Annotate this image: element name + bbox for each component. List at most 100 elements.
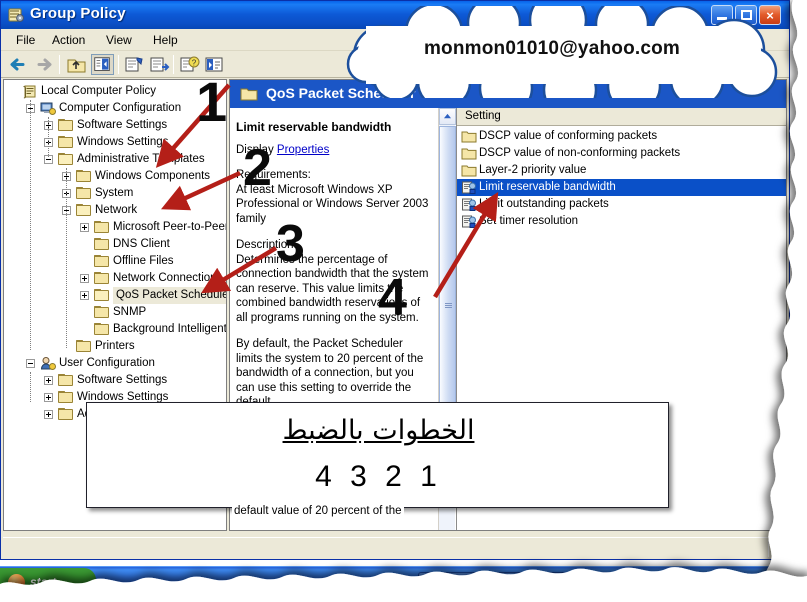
folder-icon [461, 130, 477, 144]
settings-list-row[interactable]: Set timer resolution [457, 213, 786, 230]
tree-guide-line [30, 100, 31, 350]
tree-item-label: Administrative Templates [77, 153, 205, 165]
email-text: monmon01010@yahoo.com [423, 38, 681, 59]
tree-scroll-thumb[interactable] [24, 597, 194, 602]
show-hide-tree-icon[interactable] [91, 54, 114, 75]
setting-title: Limit reservable bandwidth [236, 120, 392, 134]
scroll-thumb-grip [445, 303, 452, 310]
settings-list-header[interactable]: Setting [457, 108, 786, 126]
taskbar-window-button[interactable] [418, 572, 566, 598]
tree-guide-line [66, 168, 67, 348]
policy-setting-icon [461, 215, 477, 229]
settings-list-row[interactable]: DSCP value of conforming packets [457, 128, 786, 145]
scroll-right-button[interactable] [211, 596, 227, 602]
folder-open-icon [94, 289, 110, 302]
folder-icon [461, 147, 477, 161]
tree-item-label: QoS Packet Scheduler [113, 287, 226, 304]
back-icon[interactable] [7, 54, 30, 75]
description-clipped-tail: default value of 20 percent of the [232, 505, 404, 517]
arabic-note-box: الخطوات بالضبط 4 3 2 1 [86, 402, 669, 508]
annotation-number-1: 1 [196, 70, 228, 133]
tree-item-label: Software Settings [77, 119, 168, 131]
folder-icon [94, 238, 110, 251]
settings-list-row[interactable]: Layer-2 priority value [457, 162, 786, 179]
folder-icon [461, 164, 477, 178]
properties-icon[interactable] [123, 54, 146, 75]
tree-item-label: Offline Files [113, 255, 174, 267]
firefox-icon [423, 577, 439, 593]
settings-list-row[interactable]: Limit outstanding packets [457, 196, 786, 213]
expand-icon[interactable] [44, 410, 53, 419]
folder-icon [94, 255, 110, 268]
arabic-note-line1: الخطوات بالضبط [282, 415, 475, 446]
tree-horizontal-scrollbar[interactable] [5, 596, 229, 602]
expand-icon[interactable] [80, 291, 89, 300]
forward-icon[interactable] [32, 54, 55, 75]
menu-help[interactable]: Help [146, 32, 185, 49]
annotation-number-3: 3 [276, 215, 305, 273]
status-bar [3, 537, 787, 558]
folder-icon [76, 340, 92, 353]
settings-list-row-label: DSCP value of conforming packets [479, 130, 658, 142]
menu-view[interactable]: View [99, 32, 139, 49]
description-text-2: By default, the Packet Scheduler limits … [236, 338, 424, 408]
policy-setting-icon [461, 198, 477, 212]
menu-file[interactable]: File [9, 32, 42, 49]
start-button-label: start [30, 575, 57, 589]
tab-standard[interactable]: Standard [315, 596, 388, 602]
settings-list-row[interactable]: Limit reservable bandwidth [457, 179, 786, 196]
tree-item-label: Local Computer Policy [41, 85, 157, 97]
window-title: Group Policy [30, 5, 126, 22]
menu-action[interactable]: Action [45, 32, 92, 49]
scroll-up-button[interactable] [439, 108, 456, 125]
folder-open-icon [58, 153, 74, 166]
folder-icon [240, 88, 258, 101]
collapse-icon[interactable] [26, 359, 35, 368]
folder-icon [58, 391, 74, 404]
folder-icon [76, 170, 92, 183]
tree-item-label: Computer Configuration [59, 102, 182, 114]
tree-item-label: DNS Client [113, 238, 170, 250]
tree-item-label: Network [95, 204, 138, 216]
tree-item-label: User Configuration [59, 357, 155, 369]
view-tabs: Extended Standard [231, 596, 787, 602]
properties-link[interactable]: Properties [277, 144, 329, 156]
expand-icon[interactable] [44, 376, 53, 385]
windows-orb-icon [8, 574, 25, 591]
computer-icon [40, 101, 56, 116]
tree-item-label: Windows Settings [77, 136, 169, 148]
folder-icon [58, 119, 74, 132]
tree-item-label: Background Intelligent Tr [113, 323, 227, 335]
scroll-left-button[interactable] [6, 596, 22, 602]
tree-item-label: Network Connections [113, 272, 223, 284]
folder-icon [94, 272, 110, 285]
folder-icon [94, 306, 110, 319]
folder-icon [94, 323, 110, 336]
settings-list-row[interactable]: DSCP value of non-conforming packets [457, 145, 786, 162]
column-header-setting: Setting [465, 110, 501, 122]
tree-item-label: Microsoft Peer-to-Peer N [113, 221, 227, 233]
expand-icon[interactable] [80, 223, 89, 232]
export-list-icon[interactable] [148, 54, 171, 75]
screenshot-root: start Group Policy × File Action View He… [0, 0, 807, 602]
folder-open-icon [76, 204, 92, 217]
expand-icon[interactable] [80, 274, 89, 283]
settings-list-row-label: DSCP value of non-conforming packets [479, 147, 681, 159]
arabic-note-line2: 4 3 2 1 [315, 460, 442, 493]
expand-icon[interactable] [44, 393, 53, 402]
tab-extended[interactable]: Extended [235, 596, 310, 602]
policy-setting-icon [461, 181, 477, 195]
description-block-2: By default, the Packet Scheduler limits … [236, 337, 430, 410]
policy-scroll-icon [22, 84, 38, 99]
tree-item-label: Printers [95, 340, 135, 352]
tree-item-label: Software Settings [77, 374, 168, 386]
up-one-level-icon[interactable] [65, 54, 88, 75]
group-policy-icon [8, 8, 24, 22]
folder-icon [58, 136, 74, 149]
tree-guide-line [30, 372, 31, 402]
description-label: Description: [236, 239, 297, 251]
taskbar-window-button[interactable] [592, 572, 740, 598]
settings-list-row-label: Layer-2 priority value [479, 164, 587, 176]
tree-item-label: System [95, 187, 134, 199]
settings-list-row-label: Limit outstanding packets [479, 198, 609, 210]
